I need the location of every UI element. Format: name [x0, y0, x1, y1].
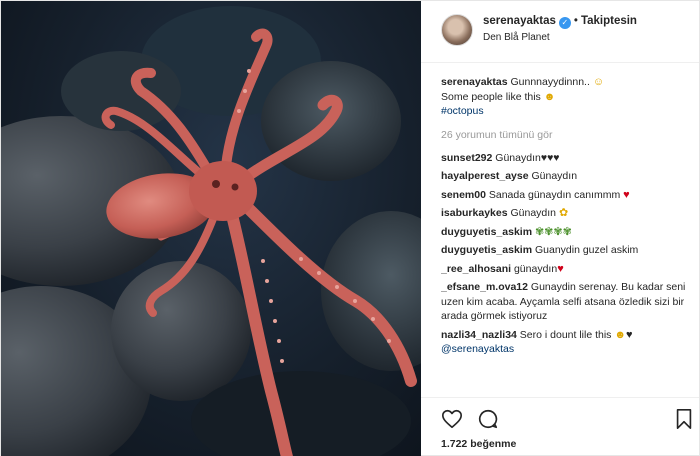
comment-username[interactable]: hayalperest_ayse [441, 170, 529, 182]
comment-row: sunset292 Günaydın♥♥♥ [441, 151, 687, 166]
grimacing-face-emoji-icon: ☻ [614, 328, 626, 341]
following-button[interactable]: Takiptesin [581, 15, 637, 27]
comment-text: Sero i dount lile this [519, 328, 612, 341]
comment-row: isaburkaykes Günaydın ✿ [441, 206, 687, 221]
separator-dot: • [573, 15, 578, 27]
comments-list[interactable]: serenayaktas Gunnnayydinnn.. ☺ Some peop… [441, 75, 687, 397]
comment-username[interactable]: _ree_alhosani [441, 263, 511, 275]
caption-line1: Gunnnayydinnn.. [510, 76, 590, 88]
grimacing-face-emoji-icon: ☻ [543, 90, 556, 103]
view-all-comments-link[interactable]: 26 yorumun tümünü gör [441, 129, 687, 141]
comment-text: Sanada günaydın canımmm [488, 188, 621, 201]
heart-outline-icon[interactable] [441, 408, 463, 430]
speech-bubble-icon[interactable] [477, 408, 499, 430]
comment-row: hayalperest_ayse Günaydın [441, 169, 687, 184]
likes-count[interactable]: 1.722 beğenme [441, 438, 516, 450]
comment-text: Günaydın [510, 207, 557, 219]
comment-username[interactable]: duyguyetis_askim [441, 244, 532, 256]
black-heart-emoji-icon: ♥ [625, 328, 633, 341]
bookmark-icon[interactable] [673, 408, 695, 430]
caption-line2: Some people like this [441, 90, 541, 103]
red-heart-emoji-icon: ♥ [623, 188, 630, 201]
comment-username[interactable]: duyguyetis_askim [441, 226, 532, 238]
comment-username[interactable]: sunset292 [441, 152, 492, 164]
comment-row: senem00 Sanada günaydın canımmm ♥ [441, 188, 687, 203]
caption-username[interactable]: serenayaktas [441, 76, 508, 88]
octopus-photo [1, 6, 421, 456]
comment-row: _ree_alhosani günaydın♥ [441, 262, 687, 277]
post-photo[interactable] [1, 1, 421, 456]
hashtag-link[interactable]: #octopus [441, 105, 484, 117]
comment-username[interactable]: isaburkaykes [441, 207, 508, 219]
post-side-panel: serenayaktas ✓ • Takiptesin Den Blå Planet … [421, 1, 699, 455]
sunflower-emoji-icon: ✿ [558, 207, 569, 219]
comment-row: _efsane_m.ova12 Gunaydin serenay. Bu kad… [441, 280, 687, 324]
smiling-face-emoji-icon: ☺ [592, 76, 605, 88]
mention-link[interactable]: @serenayaktas [441, 343, 514, 355]
red-heart-emoji-icon: ♥ [557, 262, 564, 275]
comment-text: Günaydın [531, 170, 578, 182]
comment-username[interactable]: _efsane_m.ova12 [441, 281, 528, 293]
comment-row: duyguyetis_askim Guanydin guzel askim [441, 243, 687, 258]
location-link[interactable]: Den Blå Planet [483, 32, 550, 43]
header-user-line: serenayaktas ✓ • Takiptesin [483, 15, 637, 29]
comment-text: Guanydin guzel askim [534, 244, 639, 256]
avatar[interactable] [441, 14, 473, 46]
post-actions: 1.722 beğenme [421, 397, 699, 455]
comment-row: duyguyetis_askim ✾✾✾✾ [441, 225, 687, 240]
verified-badge-icon: ✓ [558, 17, 571, 29]
header-username[interactable]: serenayaktas [483, 15, 556, 27]
comment-text: günaydın [513, 262, 558, 275]
comment-username[interactable]: senem00 [441, 189, 486, 201]
comment-row: nazli34_nazli34 Sero i dount lile this ☻… [441, 328, 687, 357]
comment-username[interactable]: nazli34_nazli34 [441, 329, 517, 341]
bouquet-emoji-icon: ✾✾✾✾ [534, 225, 572, 238]
instagram-post: serenayaktas ✓ • Takiptesin Den Blå Planet … [0, 0, 700, 456]
post-header: serenayaktas ✓ • Takiptesin Den Blå Planet [421, 1, 699, 63]
comment-text: Günaydın♥♥♥ [495, 151, 560, 164]
post-caption: serenayaktas Gunnnayydinnn.. ☺ Some peop… [441, 75, 687, 119]
